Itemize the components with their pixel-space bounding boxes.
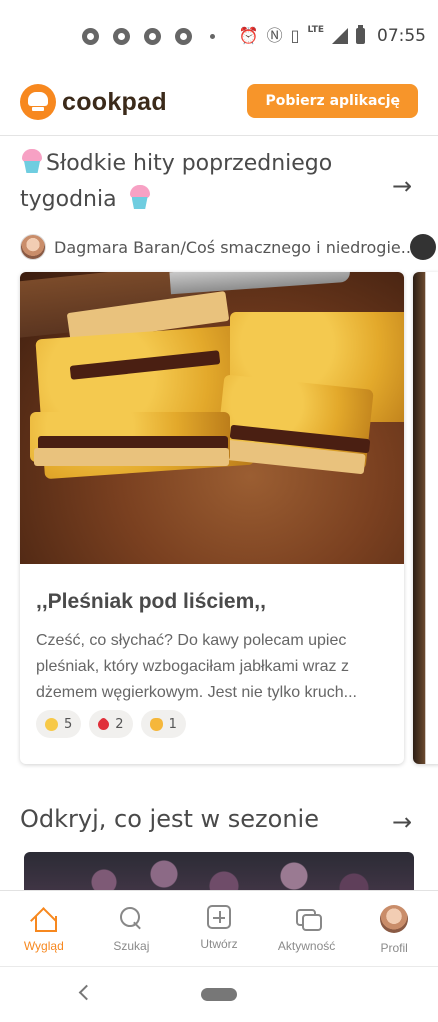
- activity-icon: [294, 905, 322, 931]
- recipe-card[interactable]: ,,Pleśniak pod liściem,, Cześć, co słych…: [20, 272, 404, 764]
- status-notifications: [82, 28, 215, 45]
- cookpad-logo[interactable]: cookpad: [20, 84, 167, 120]
- section-title-line1: Słodkie hity poprzedniego: [46, 151, 333, 176]
- recipe-author[interactable]: Dagmara Baran/Coś smacznego i niedrogie.…: [20, 232, 436, 262]
- chrome-icon: [113, 28, 130, 45]
- reaction-list: 5 2 1: [36, 710, 186, 738]
- nav-item-create[interactable]: Utwórz: [175, 891, 263, 966]
- yum-emoji-icon: [45, 717, 58, 731]
- clap-emoji-icon: [149, 717, 163, 731]
- nav-item-profile[interactable]: Profil: [350, 891, 438, 966]
- alarm-icon: ⏰: [238, 26, 259, 45]
- reaction-count: 5: [64, 716, 73, 732]
- status-time: 07:55: [377, 26, 426, 46]
- search-icon: [118, 905, 144, 931]
- profile-avatar-icon: [380, 905, 409, 933]
- reaction-yum[interactable]: 5: [36, 710, 82, 738]
- signal-icon: [332, 28, 348, 44]
- nav-item-search[interactable]: Szukaj: [88, 891, 176, 966]
- create-icon: [206, 905, 231, 929]
- dot-icon: [210, 34, 215, 39]
- nav-label: Aktywność: [277, 939, 336, 953]
- arrow-right-icon[interactable]: →: [392, 172, 412, 200]
- bottom-navigation: Wygląd Szukaj Utwórz Aktywność Profil: [0, 890, 438, 966]
- nav-item-home[interactable]: Wygląd: [0, 891, 88, 966]
- arrow-right-icon[interactable]: →: [392, 808, 412, 836]
- chrome-icon: [175, 28, 192, 45]
- app-header: cookpad Pobierz aplikację: [0, 64, 438, 136]
- logo-text: cookpad: [62, 87, 167, 116]
- section-title-season: Odkryj, co jest w sezonie: [20, 805, 319, 833]
- recipe-photo: [20, 272, 404, 564]
- chrome-icon: [82, 28, 99, 45]
- next-recipe-card[interactable]: [413, 272, 438, 764]
- cupcake-icon: [128, 185, 152, 209]
- heart-emoji-icon: [96, 716, 112, 732]
- reaction-clap[interactable]: 1: [140, 710, 186, 738]
- battery-icon: [356, 25, 365, 44]
- get-app-button[interactable]: Pobierz aplikację: [247, 84, 418, 118]
- home-pill-icon[interactable]: [201, 988, 237, 1001]
- network-type: LTE: [307, 25, 324, 35]
- author-name: Dagmara Baran/Coś smacznego i niedrogie.…: [54, 237, 416, 257]
- nav-label: Profil: [380, 941, 408, 955]
- home-icon: [31, 905, 57, 932]
- status-bar: ⏰ Ⓝ ▯ LTE 07:55: [0, 0, 438, 64]
- author-avatar: [20, 234, 46, 260]
- reaction-heart[interactable]: 2: [89, 710, 133, 738]
- system-navigation-bar: [0, 966, 438, 1022]
- section-title-weekly-hits: Słodkie hity poprzedniego tygodnia: [20, 146, 380, 218]
- nav-label: Szukaj: [113, 939, 150, 953]
- section-title-line2: tygodnia: [20, 187, 117, 212]
- chef-hat-icon: [20, 84, 56, 120]
- vibrate-icon: ▯: [290, 26, 300, 45]
- nav-item-activity[interactable]: Aktywność: [263, 891, 351, 966]
- nfc-icon: Ⓝ: [266, 26, 283, 45]
- nav-label: Wygląd: [23, 939, 64, 953]
- back-icon[interactable]: [78, 984, 95, 1001]
- next-author-avatar: [410, 234, 436, 260]
- status-system: ⏰ Ⓝ ▯ LTE 07:55: [238, 25, 426, 46]
- chrome-icon: [144, 28, 161, 45]
- nav-label: Utwórz: [200, 937, 238, 951]
- recipe-description: Cześć, co słychać? Do kawy polecam upiec…: [36, 632, 357, 701]
- recipe-title: ,,Pleśniak pod liściem,,: [36, 590, 266, 613]
- reaction-count: 1: [168, 716, 177, 732]
- cupcake-icon: [20, 149, 44, 173]
- reaction-count: 2: [115, 716, 124, 732]
